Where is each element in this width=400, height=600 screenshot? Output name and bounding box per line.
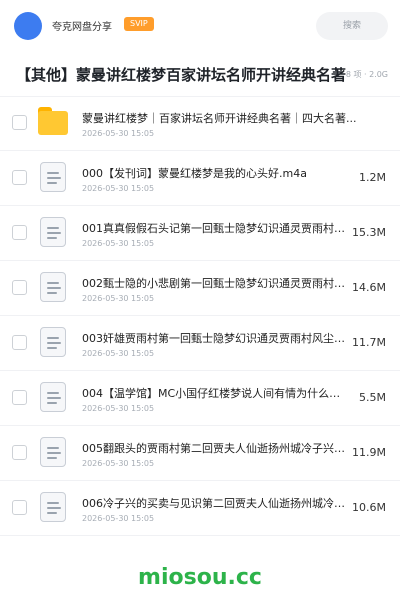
top-header: 夸克网盘分享 SVIP 搜索: [0, 0, 400, 53]
file-row[interactable]: 000【发刊词】蒙曼红楼梦是我的心头好.m4a 2026-05-30 15:05 1…: [0, 151, 400, 206]
row-checkbox[interactable]: [12, 115, 27, 130]
file-size: 10.6M: [352, 501, 386, 514]
file-date: 2026-05-30 15:05: [82, 239, 155, 248]
file-name[interactable]: 002甄士隐的小悲剧第一回甄士隐梦幻识通灵贾雨村风...: [82, 275, 350, 291]
row-checkbox[interactable]: [12, 170, 27, 185]
row-checkbox[interactable]: [12, 445, 27, 460]
file-row[interactable]: 005翻跟头的贾雨村第二回贾夫人仙逝扬州城冷子兴演... 2026-05-30 1…: [0, 426, 400, 481]
file-date: 2026-05-30 15:05: [82, 129, 155, 138]
audio-file-icon: [38, 162, 68, 192]
file-name[interactable]: 蒙曼讲红楼梦｜百家讲坛名师开讲经典名著｜四大名著...: [82, 110, 362, 126]
file-date: 2026-05-30 15:05: [82, 514, 155, 523]
folder-row[interactable]: 蒙曼讲红楼梦｜百家讲坛名师开讲经典名著｜四大名著... 2026-05-30 15…: [0, 96, 400, 151]
file-date: 2026-05-30 15:05: [82, 184, 155, 193]
page-title: 【其他】蒙曼讲红楼梦百家讲坛名师开讲经典名著: [16, 66, 346, 84]
username[interactable]: 夸克网盘分享: [52, 18, 112, 33]
audio-file-icon: [38, 327, 68, 357]
folder-icon: [38, 107, 68, 137]
audio-file-icon: [38, 437, 68, 467]
watermark-footer: miosou.cc: [0, 560, 400, 600]
file-size: 1.2M: [359, 171, 386, 184]
title-bar: 【其他】蒙曼讲红楼梦百家讲坛名师开讲经典名著 8 项 · 2.0G: [0, 52, 400, 97]
file-date: 2026-05-30 15:05: [82, 459, 155, 468]
file-size: 15.3M: [352, 226, 386, 239]
row-checkbox[interactable]: [12, 500, 27, 515]
file-list: 蒙曼讲红楼梦｜百家讲坛名师开讲经典名著｜四大名著... 2026-05-30 15…: [0, 96, 400, 536]
row-checkbox[interactable]: [12, 390, 27, 405]
audio-file-icon: [38, 217, 68, 247]
file-row[interactable]: 004【温学馆】MC小国仔红楼梦说人间有情为什么现... 2026-05-30 1…: [0, 371, 400, 426]
audio-file-icon: [38, 382, 68, 412]
file-row[interactable]: 002甄士隐的小悲剧第一回甄士隐梦幻识通灵贾雨村风... 2026-05-30 1…: [0, 261, 400, 316]
folder-meta: 8 项 · 2.0G: [345, 70, 388, 79]
file-row[interactable]: 006冷子兴的买卖与见识第二回贾夫人仙逝扬州城冷子... 2026-05-30 1…: [0, 481, 400, 536]
file-row[interactable]: 001真真假假石头记第一回甄士隐梦幻识通灵贾雨村风... 2026-05-30 1…: [0, 206, 400, 261]
file-row[interactable]: 003奸雄贾雨村第一回甄士隐梦幻识通灵贾雨村风尘怀... 2026-05-30 1…: [0, 316, 400, 371]
avatar[interactable]: [14, 12, 42, 40]
row-checkbox[interactable]: [12, 280, 27, 295]
file-name[interactable]: 001真真假假石头记第一回甄士隐梦幻识通灵贾雨村风...: [82, 220, 350, 236]
row-checkbox[interactable]: [12, 225, 27, 240]
file-date: 2026-05-30 15:05: [82, 294, 155, 303]
file-name[interactable]: 005翻跟头的贾雨村第二回贾夫人仙逝扬州城冷子兴演...: [82, 440, 350, 456]
svip-badge: SVIP: [124, 17, 154, 31]
file-size: 11.9M: [352, 446, 386, 459]
file-size: 11.7M: [352, 336, 386, 349]
file-name[interactable]: 000【发刊词】蒙曼红楼梦是我的心头好.m4a: [82, 165, 350, 181]
file-size: 14.6M: [352, 281, 386, 294]
audio-file-icon: [38, 272, 68, 302]
file-name[interactable]: 004【温学馆】MC小国仔红楼梦说人间有情为什么现...: [82, 385, 350, 401]
search-input[interactable]: 搜索: [316, 12, 388, 40]
file-name[interactable]: 003奸雄贾雨村第一回甄士隐梦幻识通灵贾雨村风尘怀...: [82, 330, 350, 346]
file-date: 2026-05-30 15:05: [82, 349, 155, 358]
audio-file-icon: [38, 492, 68, 522]
file-date: 2026-05-30 15:05: [82, 404, 155, 413]
file-name[interactable]: 006冷子兴的买卖与见识第二回贾夫人仙逝扬州城冷子...: [82, 495, 350, 511]
file-size: 5.5M: [359, 391, 386, 404]
row-checkbox[interactable]: [12, 335, 27, 350]
watermark-text: miosou.cc: [138, 565, 262, 590]
